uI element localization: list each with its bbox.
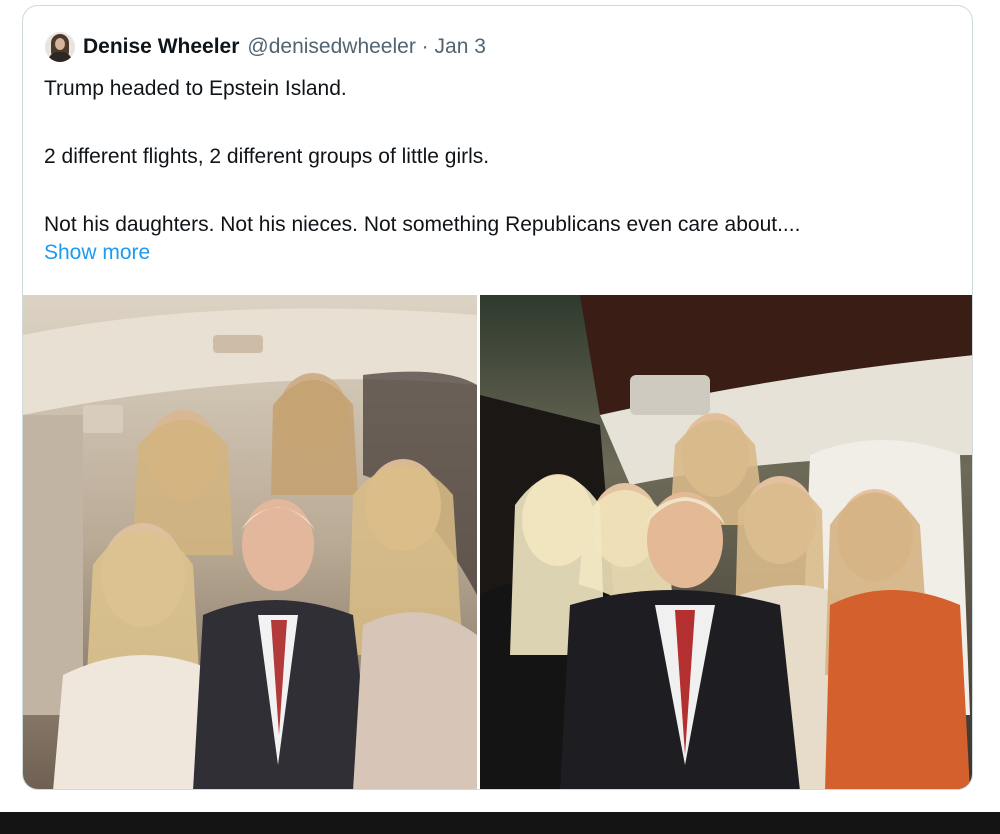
tweet-media [23, 295, 972, 789]
show-more-link[interactable]: Show more [44, 241, 150, 265]
left-photo[interactable] [23, 295, 477, 789]
tweet-card[interactable]: Denise Wheeler @denisedwheeler · Jan 3 T… [22, 5, 973, 790]
tweet-header: Denise Wheeler @denisedwheeler · Jan 3 [45, 32, 486, 62]
author-handle[interactable]: @denisedwheeler · Jan 3 [247, 35, 485, 59]
tweet-line: Not his daughters. Not his nieces. Not s… [44, 213, 801, 236]
separator: · [421, 35, 429, 58]
tweet-text: Trump headed to Epstein Island. 2 differ… [44, 74, 964, 240]
tweet-date[interactable]: Jan 3 [435, 35, 486, 58]
avatar[interactable] [45, 32, 75, 62]
bottom-bar [0, 812, 1000, 834]
author-name[interactable]: Denise Wheeler [83, 35, 239, 59]
tweet-line: Trump headed to Epstein Island. [44, 77, 347, 100]
right-photo[interactable] [480, 295, 972, 789]
tweet-line: 2 different flights, 2 different groups … [44, 145, 490, 168]
